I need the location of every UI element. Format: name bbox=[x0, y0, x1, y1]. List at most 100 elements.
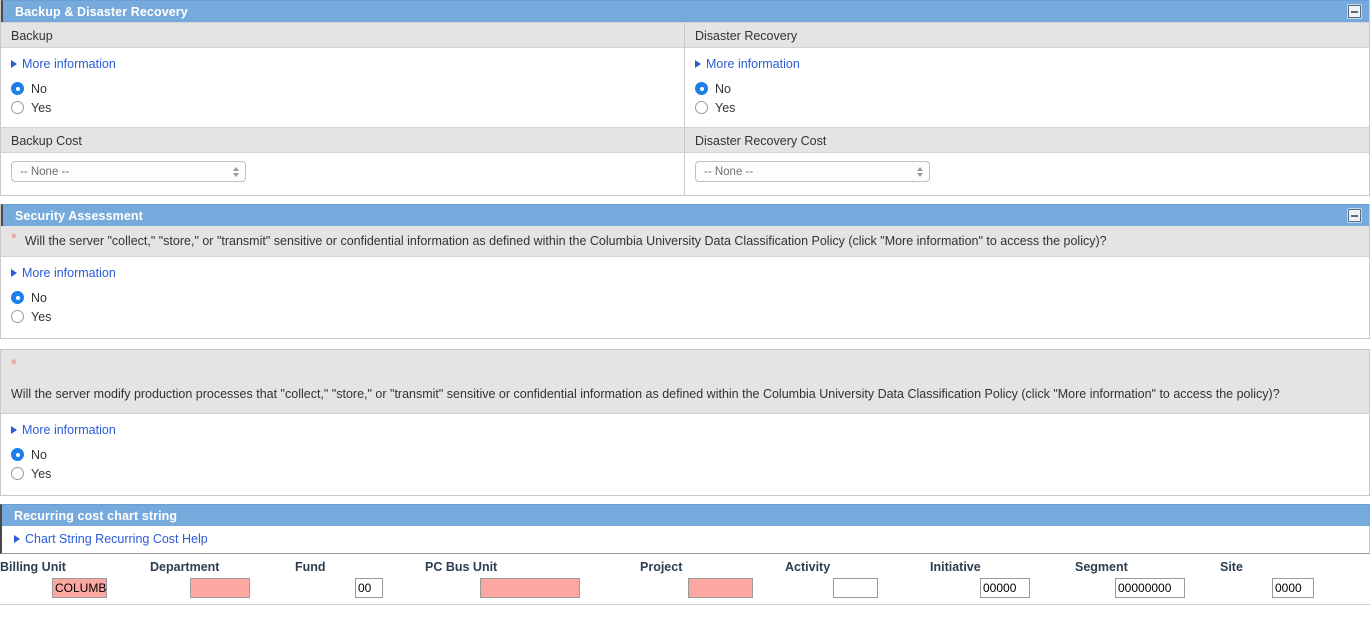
link-label: Chart String Recurring Cost Help bbox=[25, 532, 208, 546]
chart-string-cell: Segment 00000000 bbox=[1075, 560, 1220, 598]
radio-unselected-icon[interactable] bbox=[11, 467, 24, 480]
triangle-right-icon bbox=[11, 269, 17, 277]
section-header-security-assessment: Security Assessment bbox=[1, 204, 1369, 226]
security-q1-radio-group: No Yes bbox=[11, 288, 1359, 326]
chart-string-cell: Department bbox=[150, 560, 295, 598]
chart-string-field-input[interactable] bbox=[688, 578, 753, 598]
radio-label: No bbox=[31, 81, 47, 96]
backup-radio-yes[interactable]: Yes bbox=[11, 98, 674, 117]
select-value: -- None -- bbox=[20, 165, 70, 178]
backup-dr-toggle-row: Backup More information No Yes Disaster … bbox=[1, 22, 1369, 127]
triangle-right-icon bbox=[11, 426, 17, 434]
chart-string-field-label: Activity bbox=[785, 560, 831, 574]
backup-cost-select[interactable]: -- None -- bbox=[11, 161, 246, 182]
disaster-recovery-radio-yes[interactable]: Yes bbox=[695, 98, 1359, 117]
backup-cost-body: -- None -- bbox=[1, 153, 684, 195]
radio-label: Yes bbox=[31, 100, 52, 115]
radio-selected-icon[interactable] bbox=[11, 291, 24, 304]
question-text: Will the server modify production proces… bbox=[11, 387, 1280, 401]
radio-unselected-icon[interactable] bbox=[695, 101, 708, 114]
section-title: Backup & Disaster Recovery bbox=[15, 4, 188, 19]
radio-selected-icon[interactable] bbox=[695, 82, 708, 95]
disaster-recovery-radio-group: No Yes bbox=[695, 79, 1359, 117]
chart-string-cell: Activity bbox=[785, 560, 930, 598]
chart-string-field-input[interactable]: 00000 bbox=[980, 578, 1030, 598]
security-q1-radio-yes[interactable]: Yes bbox=[11, 307, 1359, 326]
chevron-down-icon bbox=[233, 172, 239, 177]
link-label: More information bbox=[22, 266, 116, 280]
chevron-up-icon bbox=[233, 166, 239, 171]
security-q1-radio-no[interactable]: No bbox=[11, 288, 1359, 307]
link-label: More information bbox=[22, 423, 116, 437]
form-page: Backup & Disaster Recovery Backup More i… bbox=[0, 0, 1370, 605]
required-asterisk-icon: * bbox=[11, 356, 17, 373]
minus-icon[interactable] bbox=[1348, 209, 1361, 222]
security-question-2-label: * Will the server modify production proc… bbox=[1, 350, 1369, 414]
disaster-recovery-more-information-link[interactable]: More information bbox=[695, 56, 800, 72]
spacer bbox=[0, 196, 1370, 204]
spacer bbox=[0, 339, 1370, 349]
chart-string-cell: PC Bus Unit bbox=[425, 560, 640, 598]
chart-string-field-label: Department bbox=[150, 560, 220, 574]
chart-string-field-input[interactable] bbox=[833, 578, 878, 598]
security-q1-more-information-link[interactable]: More information bbox=[11, 265, 116, 281]
section-security-question-2: * Will the server modify production proc… bbox=[0, 349, 1370, 496]
radio-unselected-icon[interactable] bbox=[11, 310, 24, 323]
radio-label: Yes bbox=[31, 466, 52, 481]
backup-cost-label: Backup Cost bbox=[1, 127, 684, 153]
chart-string-field-label: Fund bbox=[295, 560, 326, 574]
chart-string-field-input[interactable]: 00 bbox=[355, 578, 383, 598]
question-text: Will the server "collect," "store," or "… bbox=[24, 234, 1107, 248]
chart-string-field-input[interactable] bbox=[480, 578, 580, 598]
security-q2-more-information-link[interactable]: More information bbox=[11, 422, 116, 438]
chart-string-cell: Initiative 00000 bbox=[930, 560, 1075, 598]
link-label: More information bbox=[706, 57, 800, 71]
stepper-icon[interactable] bbox=[233, 166, 239, 177]
triangle-right-icon bbox=[695, 60, 701, 68]
section-header-backup-disaster-recovery: Backup & Disaster Recovery bbox=[1, 0, 1369, 22]
section-header-recurring-cost-chart-string: Recurring cost chart string bbox=[0, 504, 1370, 526]
backup-more-information-link[interactable]: More information bbox=[11, 56, 116, 72]
security-q2-radio-group: No Yes bbox=[11, 445, 1359, 483]
link-label: More information bbox=[22, 57, 116, 71]
chart-string-field-row: Billing Unit COLUMBIA Department Fund 00 PC B… bbox=[0, 554, 1370, 605]
triangle-right-icon bbox=[14, 535, 20, 543]
backup-body: More information No Yes bbox=[1, 48, 684, 127]
radio-label: No bbox=[715, 81, 731, 96]
backup-column: Backup More information No Yes bbox=[1, 22, 685, 127]
chart-string-field-input[interactable] bbox=[190, 578, 250, 598]
backup-radio-no[interactable]: No bbox=[11, 79, 674, 98]
backup-label: Backup bbox=[1, 22, 684, 48]
chart-string-field-label: Segment bbox=[1075, 560, 1128, 574]
radio-unselected-icon[interactable] bbox=[11, 101, 24, 114]
security-q2-radio-yes[interactable]: Yes bbox=[11, 464, 1359, 483]
radio-label: Yes bbox=[31, 309, 52, 324]
radio-label: No bbox=[31, 447, 47, 462]
chart-string-cell: Project bbox=[640, 560, 785, 598]
disaster-recovery-cost-body: -- None -- bbox=[685, 153, 1369, 195]
stepper-icon[interactable] bbox=[917, 166, 923, 177]
disaster-recovery-cost-select[interactable]: -- None -- bbox=[695, 161, 930, 182]
chart-string-recurring-cost-help-link[interactable]: Chart String Recurring Cost Help bbox=[14, 531, 208, 547]
chart-string-field-input[interactable]: 00000000 bbox=[1115, 578, 1185, 598]
backup-cost-column: Backup Cost -- None -- bbox=[1, 127, 685, 195]
disaster-recovery-column: Disaster Recovery More information No Ye… bbox=[685, 22, 1369, 127]
minus-icon[interactable] bbox=[1348, 5, 1361, 18]
disaster-recovery-radio-no[interactable]: No bbox=[695, 79, 1359, 98]
backup-radio-group: No Yes bbox=[11, 79, 674, 117]
select-value: -- None -- bbox=[704, 165, 754, 178]
chart-string-field-input[interactable]: 0000 bbox=[1272, 578, 1314, 598]
radio-selected-icon[interactable] bbox=[11, 448, 24, 461]
triangle-right-icon bbox=[11, 60, 17, 68]
security-q2-radio-no[interactable]: No bbox=[11, 445, 1359, 464]
chart-string-field-label: Billing Unit bbox=[0, 560, 66, 574]
security-question-1-label: * Will the server "collect," "store," or… bbox=[1, 226, 1369, 257]
radio-selected-icon[interactable] bbox=[11, 82, 24, 95]
chart-string-field-label: Project bbox=[640, 560, 683, 574]
disaster-recovery-cost-column: Disaster Recovery Cost -- None -- bbox=[685, 127, 1369, 195]
section-title: Security Assessment bbox=[15, 208, 143, 223]
spacer bbox=[0, 496, 1370, 504]
section-recurring-cost-chart-string: Recurring cost chart string Chart String… bbox=[0, 504, 1370, 605]
required-asterisk-icon: * bbox=[11, 230, 17, 247]
chart-string-field-input[interactable]: COLUMBIA bbox=[52, 578, 107, 598]
